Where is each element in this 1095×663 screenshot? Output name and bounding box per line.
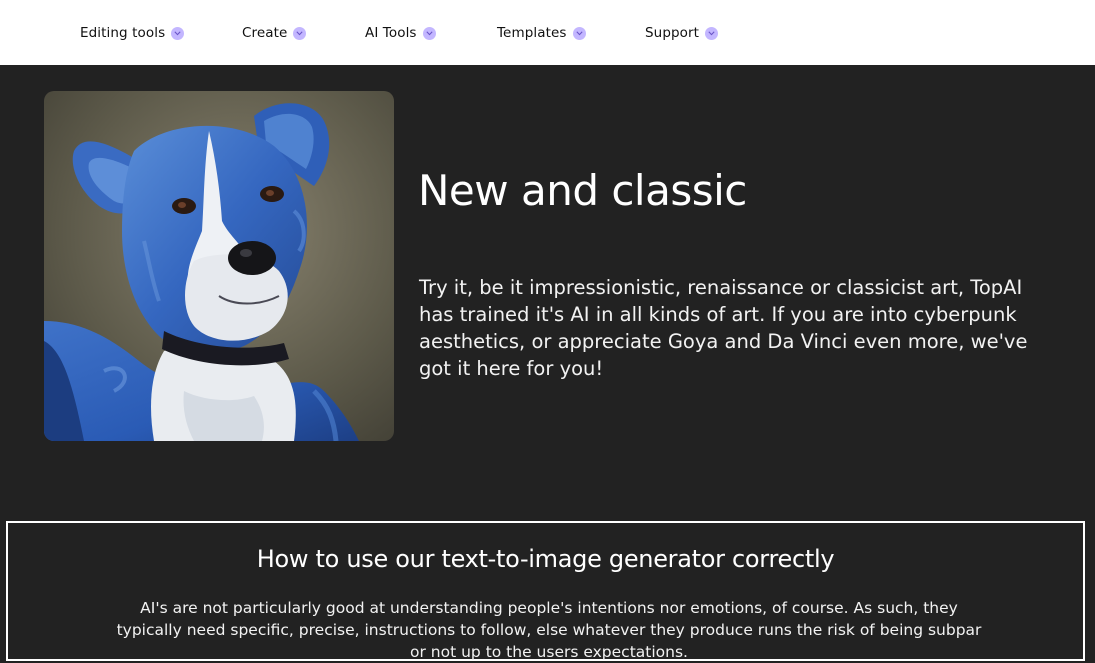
chevron-down-icon [572,26,586,40]
nav-ai-tools[interactable]: AI Tools [365,23,436,43]
how-to-section: How to use our text-to-image generator c… [6,521,1085,661]
hero-description: Try it, be it impressionistic, renaissan… [419,276,1028,380]
nav-item-label: AI Tools [365,25,417,41]
nav-templates[interactable]: Templates [497,23,586,43]
nav-item-label: Editing tools [80,25,166,41]
chevron-down-icon [422,26,436,40]
hero-title: New and classic [418,166,747,215]
hero-image-blue-dog-painting [44,91,394,441]
nav-item-label: Create [242,25,288,41]
chevron-down-icon [171,26,185,40]
chevron-down-icon [705,26,719,40]
nav-item-label: Support [645,25,700,41]
how-to-description: AI's are not particularly good at unders… [116,599,982,661]
nav-item-label: Templates [497,25,567,41]
top-navigation: Editing tools Create AI Tools Templates … [0,0,1095,65]
nav-editing-tools[interactable]: Editing tools [80,23,185,43]
how-to-title: How to use our text-to-image generator c… [256,545,835,573]
chevron-down-icon [293,26,307,40]
nav-support[interactable]: Support [645,23,719,43]
nav-create[interactable]: Create [242,23,307,43]
dog-painting-illustration [44,91,394,441]
